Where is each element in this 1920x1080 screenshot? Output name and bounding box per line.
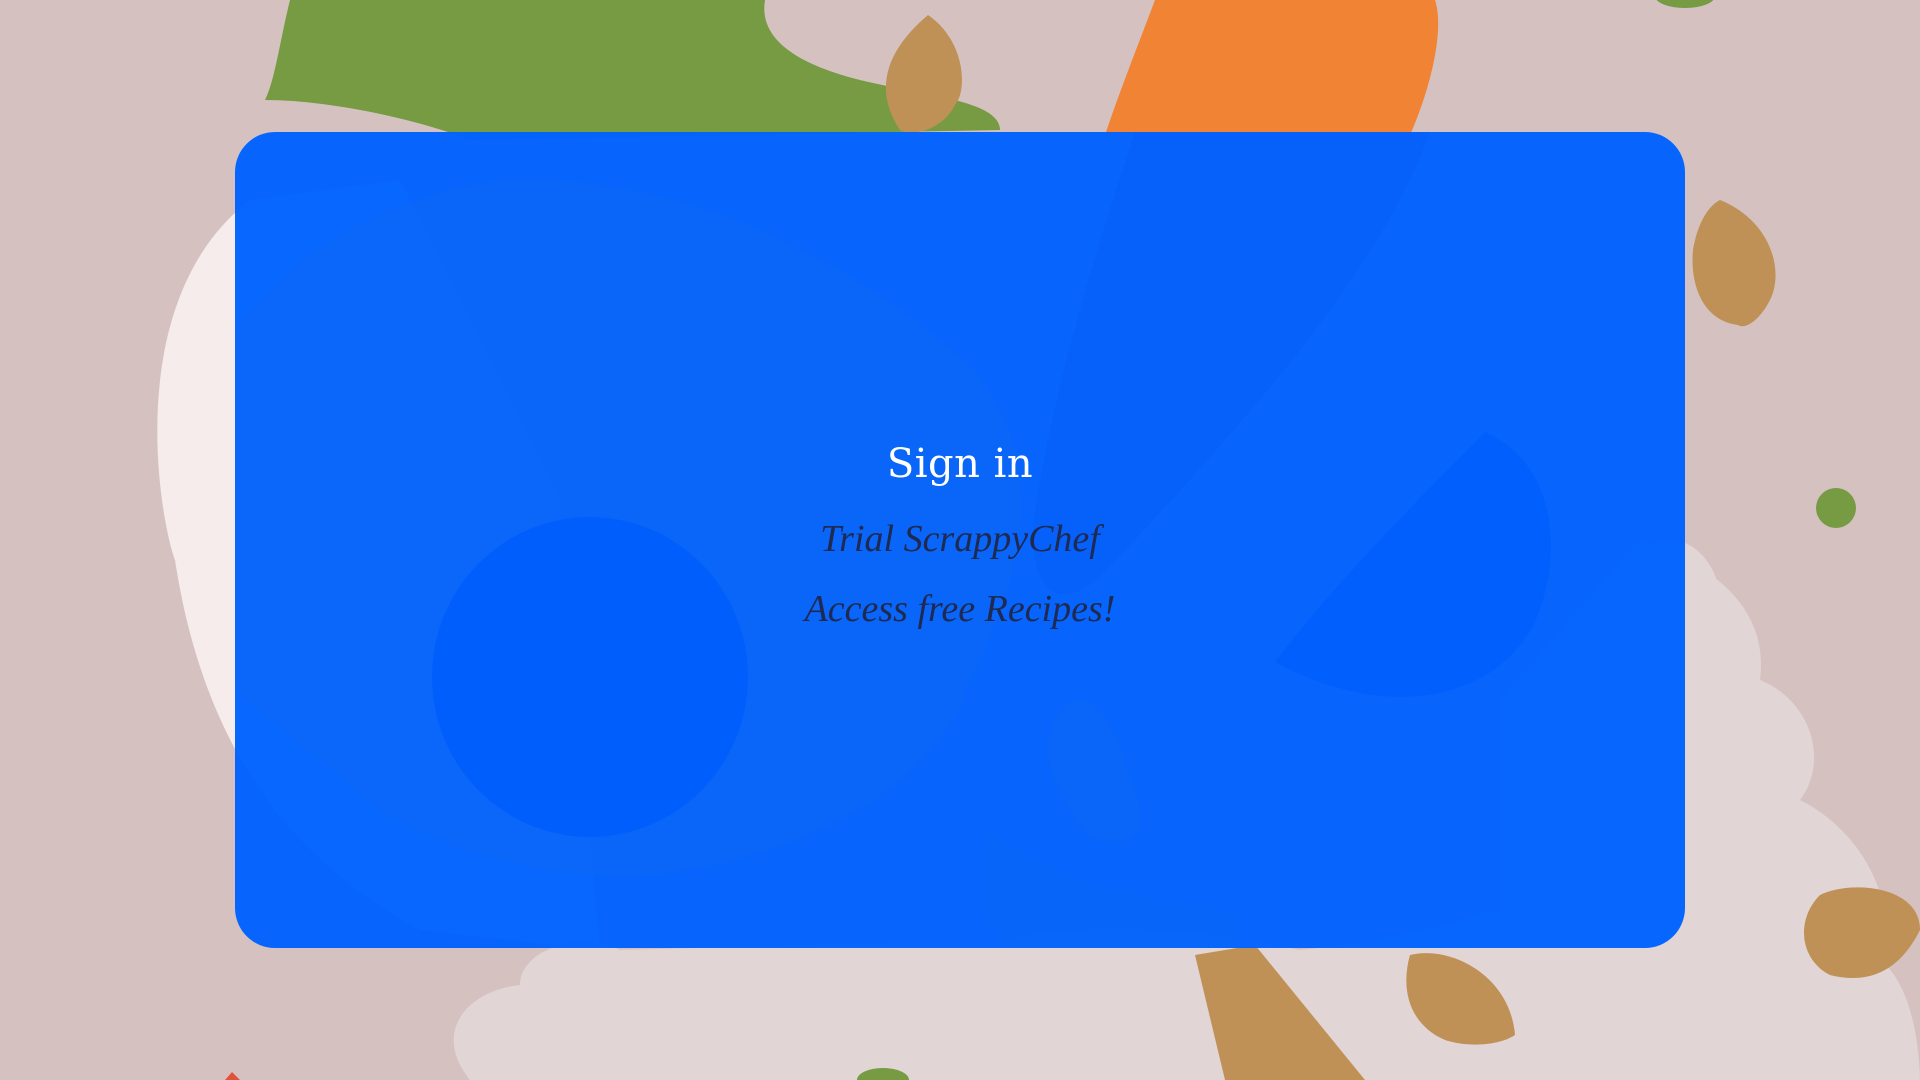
free-recipes-label: Access free Recipes! bbox=[804, 588, 1116, 630]
login-card: Sign in Trial ScrappyChef Access free Re… bbox=[235, 132, 1685, 948]
carrot-top bbox=[1105, 0, 1439, 135]
login-screen: Sign in Trial ScrappyChef Access free Re… bbox=[0, 0, 1920, 1080]
green-dot-1 bbox=[1816, 488, 1856, 528]
red-fragment bbox=[225, 1072, 240, 1080]
green-dot-2 bbox=[1656, 0, 1714, 8]
seed-2 bbox=[1692, 200, 1776, 327]
sign-in-link[interactable]: Sign in bbox=[887, 436, 1033, 492]
seed-3 bbox=[1803, 887, 1920, 978]
login-card-content: Sign in Trial ScrappyChef Access free Re… bbox=[235, 132, 1685, 948]
trial-label: Trial ScrappyChef bbox=[820, 518, 1100, 560]
